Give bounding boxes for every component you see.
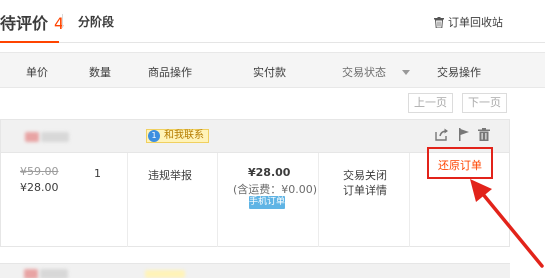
order-card — [0, 263, 510, 278]
total-paid: ¥28.00 — [248, 166, 291, 179]
redacted-shop-name — [41, 132, 69, 142]
tab-installment[interactable]: 分阶段 — [78, 13, 114, 30]
chevron-down-icon — [402, 70, 410, 75]
trash-icon — [434, 17, 444, 31]
order-details-link[interactable]: 订单详情 — [343, 182, 387, 198]
recycle-label: 订单回收站 — [448, 16, 503, 29]
column-divider — [409, 153, 410, 247]
redacted-shop-info — [25, 132, 39, 142]
shipping-fee: (含运费：¥0.00) — [233, 183, 318, 196]
order-tabs: 待评价 4 分阶段 订单回收站 — [0, 0, 545, 43]
trade-status: 交易关闭 — [343, 169, 387, 182]
report-violation-link[interactable]: 违规举报 — [148, 167, 192, 183]
flag-icon[interactable] — [458, 128, 470, 144]
mobile-order-badge: 手机订单 — [249, 196, 286, 209]
annotation-arrow — [470, 179, 544, 268]
tab-to-review[interactable]: 待评价 4 — [0, 10, 64, 34]
col-unit-price: 单价 — [26, 66, 48, 79]
column-divider — [127, 153, 128, 247]
contact-label: 和我联系 — [164, 130, 204, 141]
col-paid: 实付款 — [253, 66, 286, 79]
col-product-actions: 商品操作 — [148, 66, 192, 79]
order-head-actions — [435, 128, 495, 144]
prev-page-button[interactable]: 上一页 — [408, 93, 453, 113]
order-recycle-bin-link[interactable]: 订单回收站 — [434, 14, 503, 31]
trade-status-filter[interactable]: 交易状态 — [342, 64, 410, 80]
redacted-shop-info — [24, 269, 38, 278]
next-page-button[interactable]: 下一页 — [462, 93, 507, 113]
column-divider — [318, 153, 319, 247]
share-icon[interactable] — [435, 128, 449, 144]
col-quantity: 数量 — [89, 66, 111, 79]
table-header: 单价 数量 商品操作 实付款 交易状态 交易操作 — [0, 52, 545, 88]
contact-badge: 1 — [148, 130, 160, 142]
redacted-shop-name — [40, 269, 68, 278]
column-divider — [217, 153, 218, 247]
trade-status-label: 交易状态 — [342, 66, 386, 79]
restore-order-button[interactable]: 还原订单 — [429, 157, 491, 173]
unit-price: ¥28.00 — [20, 181, 59, 194]
active-tab-indicator — [0, 41, 59, 43]
tab-to-review-label: 待评价 — [0, 14, 49, 33]
col-trade-actions: 交易操作 — [437, 66, 481, 79]
original-price: ¥59.00 — [20, 165, 59, 178]
trash-icon[interactable] — [478, 128, 490, 144]
quantity: 1 — [94, 167, 101, 180]
contact-seller-button[interactable]: 1 和我联系 — [146, 129, 209, 143]
redacted-contact — [145, 270, 185, 278]
tab-separator — [62, 14, 63, 28]
